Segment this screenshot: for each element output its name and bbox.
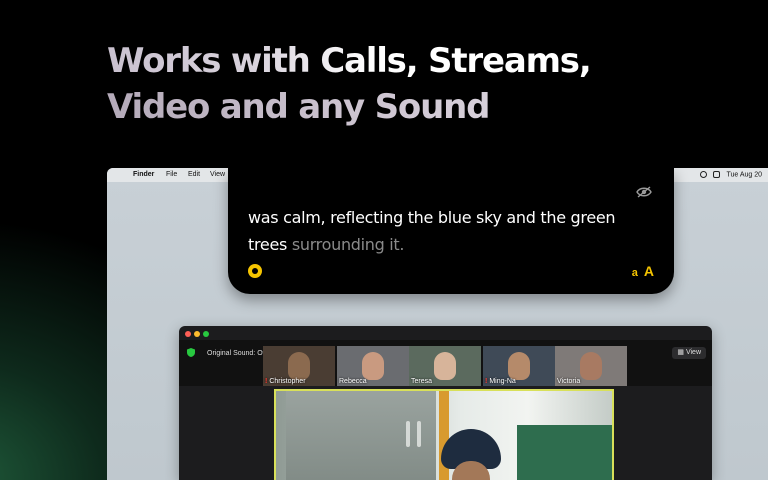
participant-name: Teresa [411, 378, 433, 385]
hide-eye-icon[interactable] [636, 186, 652, 198]
window-close-button[interactable] [185, 331, 191, 337]
participant-avatar [288, 352, 310, 380]
menu-item-file[interactable]: File [166, 171, 177, 178]
active-speaker-video [274, 389, 614, 480]
participant-name: ! Ming-Na [485, 378, 516, 385]
original-sound-toggle[interactable]: Original Sound: Off [207, 350, 266, 357]
grid-icon: ▦ [677, 349, 686, 356]
participant-avatar [508, 352, 530, 380]
door-handle [406, 421, 410, 447]
window-minimize-button[interactable] [194, 331, 200, 337]
headline-line-2: Video and any Sound [107, 84, 591, 130]
participant-avatar [362, 352, 384, 380]
headline-line-1: Works with Calls, Streams, [107, 38, 592, 84]
call-toolbar: Original Sound: Off ! Christopher Rebecca… [179, 340, 712, 386]
participant-avatar [434, 352, 456, 380]
font-decrease-button[interactable]: a [632, 267, 638, 279]
video-background-wall [517, 425, 612, 480]
caption-text: was calm, reflecting the blue sky and th… [248, 204, 658, 258]
video-call-window: Original Sound: Off ! Christopher Rebecca… [179, 326, 712, 480]
muted-mic-icon: ! [485, 378, 488, 385]
view-button[interactable]: ▦ View [672, 347, 706, 359]
participant-name: Victoria [557, 378, 581, 385]
menu-item-finder[interactable]: Finder [133, 171, 154, 178]
participant-tile[interactable]: ! Ming-Na [483, 346, 555, 386]
shield-icon [187, 348, 195, 357]
record-icon[interactable] [248, 264, 262, 278]
menu-item-edit[interactable]: Edit [188, 171, 200, 178]
headline: Works with Calls, Streams, Video and any… [107, 38, 592, 130]
menu-bar-clock[interactable]: Tue Aug 20 [726, 171, 762, 178]
window-zoom-button[interactable] [203, 331, 209, 337]
participant-tile[interactable]: ! Christopher [263, 346, 335, 386]
control-center-icon[interactable] [713, 171, 721, 178]
door-handle [417, 421, 421, 447]
menu-item-view[interactable]: View [210, 171, 225, 178]
font-increase-button[interactable]: A [644, 263, 654, 279]
participant-tile[interactable]: Teresa [409, 346, 481, 386]
participant-tile[interactable]: Rebecca [337, 346, 409, 386]
font-size-control: aA [632, 263, 654, 281]
participant-tile[interactable]: Victoria [555, 346, 627, 386]
video-background-door [286, 391, 436, 480]
muted-mic-icon: ! [265, 378, 268, 385]
caption-text-pending: surrounding it. [291, 235, 405, 254]
user-icon[interactable] [700, 171, 708, 178]
participant-name: Rebecca [339, 378, 367, 385]
participant-name: ! Christopher [265, 378, 306, 385]
participant-avatar [580, 352, 602, 380]
menu-bar-status: Tue Aug 20 [700, 171, 762, 178]
live-caption-overlay: was calm, reflecting the blue sky and th… [228, 168, 674, 294]
